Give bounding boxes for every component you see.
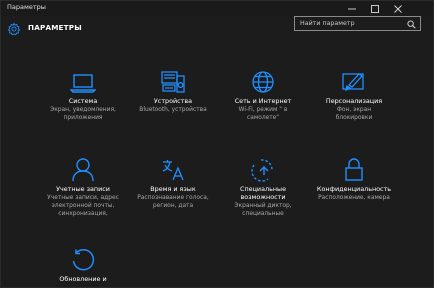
search-box[interactable] [294,16,421,31]
search-input[interactable] [295,17,403,30]
tile-system[interactable]: Система Экран, уведомления, приложения [38,68,128,122]
tile-description: Экранный диктор, [234,203,292,209]
search-icon[interactable] [407,20,416,29]
tile-description: блокировки [335,115,373,121]
tile-description: приложения [63,115,103,121]
tile-accounts[interactable]: Учетные записи Учетные записи, адрес эле… [38,156,128,218]
ease-of-access-icon [251,159,273,182]
paintbrush-icon [342,73,364,92]
tile-label: Учетные записи [56,185,110,193]
window-title: Параметры [7,3,46,11]
tile-description: Wi-Fi, режим " в [238,107,288,113]
tile-label: Устройства [153,97,193,105]
laptop-icon [70,74,96,93]
devices-icon [161,71,185,93]
minimize-button[interactable] [341,1,363,16]
tile-description: Экран, уведомления, [50,107,116,113]
tile-privacy[interactable]: Конфиденциальность Расположение, камера [309,156,399,202]
tile-ease-of-access[interactable]: Специальные возможности Экранный диктор,… [218,156,308,218]
page-title: ПАРАМЕТРЫ [28,23,82,32]
tile-description: самолете" [246,115,280,121]
tile-description: Bluetooth, устройства [139,107,207,113]
tile-label: Сеть и Интернет [234,97,292,105]
title-bar: Параметры [1,1,433,16]
tile-update-security[interactable]: Обновление и [38,246,128,283]
tile-description: электронной почты, [51,203,115,209]
tile-description: Распознавание голоса, [137,195,209,201]
tile-label: Обновление и [59,275,107,283]
tile-personalization[interactable]: Персонализация Фон, экран блокировки [309,68,399,122]
tile-devices[interactable]: Устройства Bluetooth, устройства [128,68,218,114]
tile-label: Система [68,97,98,105]
lock-icon [345,158,363,181]
tile-label: Время и язык [150,185,196,193]
maximize-icon [371,4,379,13]
update-icon [72,248,95,271]
tile-description: Фон, экран [336,107,372,113]
tile-description: специальные [242,211,284,217]
tile-label: Персонализация [325,97,383,105]
close-button[interactable] [387,1,409,16]
globe-icon [252,71,274,93]
settings-window: Параметры ПАРАМЕТРЫ Найти параметр Систе… [0,0,434,288]
tile-description: синхронизация, [58,211,108,217]
language-icon [162,160,184,181]
tile-label: Конфиденциальность [316,185,392,193]
tile-description: регион, дата [152,203,194,209]
tile-label: возможности [240,193,286,201]
tile-time-language[interactable]: Время и язык Распознавание голоса, регио… [128,156,218,210]
close-icon [394,4,402,13]
tile-description: Учетные записи, адрес [47,195,119,201]
person-icon [72,158,94,182]
gear-icon [7,22,21,36]
tile-label: Специальные [240,185,286,193]
tile-network[interactable]: Сеть и Интернет Wi-Fi, режим " в самолет… [218,68,308,122]
minimize-icon [348,8,356,9]
tile-description: Расположение, камера [318,195,390,201]
maximize-button[interactable] [364,1,386,16]
